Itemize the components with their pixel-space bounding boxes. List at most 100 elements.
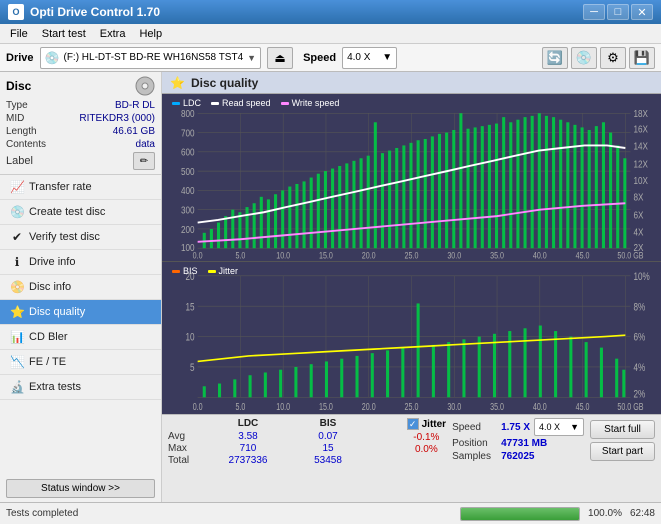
legend-read-speed: Read speed	[211, 98, 271, 108]
disc-label-edit-button[interactable]: ✏	[133, 152, 155, 170]
svg-text:30.0: 30.0	[447, 251, 461, 261]
sidebar-label-extra-tests: Extra tests	[29, 381, 81, 393]
sidebar-item-transfer-rate[interactable]: 📈 Transfer rate	[0, 175, 161, 200]
svg-text:700: 700	[181, 128, 195, 139]
eject-button[interactable]: ⏏	[267, 47, 293, 69]
disc-section-label: Disc	[6, 79, 31, 93]
col-header-ldc: LDC	[218, 418, 278, 429]
svg-text:4X: 4X	[634, 227, 644, 238]
maximize-button[interactable]: □	[607, 4, 629, 20]
sidebar-item-disc-quality[interactable]: ⭐ Disc quality	[0, 300, 161, 325]
svg-text:10.0: 10.0	[276, 251, 290, 261]
svg-text:4%: 4%	[634, 362, 646, 375]
stats-avg-ldc: 3.58	[218, 431, 278, 442]
sidebar-item-disc-info[interactable]: 📀 Disc info	[0, 275, 161, 300]
sidebar-item-verify-test-disc[interactable]: ✔ Verify test disc	[0, 225, 161, 250]
speed-selector[interactable]: 4.0 X ▼	[342, 47, 397, 69]
sidebar-label-fe-te: FE / TE	[29, 356, 66, 368]
svg-text:300: 300	[181, 205, 195, 216]
extra-tests-icon: 🔬	[10, 380, 24, 394]
svg-text:20.0: 20.0	[362, 401, 376, 412]
menu-extra[interactable]: Extra	[94, 27, 132, 41]
disc-length-value: 46.61 GB	[113, 126, 155, 137]
sidebar-item-drive-info[interactable]: ℹ Drive info	[0, 250, 161, 275]
save-button[interactable]: 💾	[629, 47, 655, 69]
start-part-button[interactable]: Start part	[590, 442, 655, 461]
stats-row-avg: Avg 3.58 0.07	[168, 431, 401, 442]
main-area: Disc Type BD-R DL MID RITEKDR3 (000) Len…	[0, 72, 661, 502]
svg-text:35.0: 35.0	[490, 401, 504, 412]
speed-info-label: Speed	[452, 422, 497, 433]
menu-help[interactable]: Help	[133, 27, 168, 41]
position-row: Position 47731 MB	[452, 438, 584, 449]
start-full-button[interactable]: Start full	[590, 420, 655, 439]
samples-row: Samples 762025	[452, 451, 584, 462]
disc-mid-row: MID RITEKDR3 (000)	[6, 113, 155, 124]
stats-area: LDC BIS Avg 3.58 0.07 Max 710 15 Total 2…	[162, 414, 661, 502]
disc-type-label: Type	[6, 100, 28, 111]
sidebar-item-cd-bler[interactable]: 📊 CD Bler	[0, 325, 161, 350]
svg-text:25.0: 25.0	[405, 251, 419, 261]
menu-bar: File Start test Extra Help	[0, 24, 661, 44]
chart2-svg: 20 15 10 5 10% 8% 6% 4% 2%	[162, 262, 661, 414]
drive-text: (F:) HL-DT-ST BD-RE WH16NS58 TST4	[63, 52, 243, 63]
svg-text:6%: 6%	[634, 332, 646, 345]
status-window-button[interactable]: Status window >>	[6, 479, 155, 498]
disc-mid-value: RITEKDR3 (000)	[79, 113, 155, 124]
speed-info-selector[interactable]: 4.0 X ▼	[534, 418, 584, 436]
legend-bis-dot	[172, 270, 180, 273]
refresh-button[interactable]: 🔄	[542, 47, 568, 69]
sidebar-label-cd-bler: CD Bler	[29, 331, 68, 343]
svg-text:10: 10	[186, 332, 196, 345]
menu-file[interactable]: File	[4, 27, 34, 41]
stats-max-ldc: 710	[218, 443, 278, 454]
speed-info: Speed 1.75 X 4.0 X ▼ Position 47731 MB S…	[452, 418, 584, 462]
svg-text:5: 5	[190, 362, 195, 375]
svg-text:6X: 6X	[634, 210, 644, 221]
stats-avg-label: Avg	[168, 431, 198, 442]
minimize-button[interactable]: ─	[583, 4, 605, 20]
speed-dropdown-arrow: ▼	[382, 52, 392, 63]
disc-contents-value: data	[136, 139, 155, 150]
svg-text:15.0: 15.0	[319, 401, 333, 412]
chart1-svg: 800 700 600 500 400 300 200 100 18X 16X …	[162, 94, 661, 261]
speed-row: Speed 1.75 X 4.0 X ▼	[452, 418, 584, 436]
stats-header-row: LDC BIS	[168, 418, 401, 429]
close-button[interactable]: ✕	[631, 4, 653, 20]
legend-write-speed: Write speed	[281, 98, 340, 108]
svg-text:12X: 12X	[634, 158, 648, 169]
stats-total-ldc: 2737336	[218, 455, 278, 466]
svg-text:25.0: 25.0	[405, 401, 419, 412]
position-value: 47731 MB	[501, 438, 547, 449]
disc-button[interactable]: 💿	[571, 47, 597, 69]
legend-ldc-label: LDC	[183, 98, 201, 108]
drive-selector[interactable]: 💿 (F:) HL-DT-ST BD-RE WH16NS58 TST4 ▼	[40, 47, 262, 69]
chart1-container: LDC Read speed Write speed	[162, 94, 661, 262]
svg-text:35.0: 35.0	[490, 251, 504, 261]
sidebar: Disc Type BD-R DL MID RITEKDR3 (000) Len…	[0, 72, 162, 502]
speed-label: Speed	[303, 52, 336, 64]
svg-text:5.0: 5.0	[235, 401, 245, 412]
settings-button[interactable]: ⚙	[600, 47, 626, 69]
sidebar-label-drive-info: Drive info	[29, 256, 75, 268]
jitter-checkbox[interactable]: ✓	[407, 418, 419, 430]
svg-text:500: 500	[181, 166, 195, 177]
sidebar-item-extra-tests[interactable]: 🔬 Extra tests	[0, 375, 161, 400]
disc-quality-icon: ⭐	[10, 305, 24, 319]
disc-contents-label: Contents	[6, 139, 46, 150]
menu-start-test[interactable]: Start test	[36, 27, 92, 41]
stats-max-bis: 15	[298, 443, 358, 454]
disc-label-row: Label ✏	[6, 152, 155, 170]
svg-text:8X: 8X	[634, 192, 644, 203]
content-header: ⭐ Disc quality	[162, 72, 661, 94]
sidebar-item-create-test-disc[interactable]: 💿 Create test disc	[0, 200, 161, 225]
disc-mid-label: MID	[6, 113, 24, 124]
speed-dropdown-icon: ▼	[570, 422, 579, 432]
svg-text:600: 600	[181, 147, 195, 158]
sidebar-item-fe-te[interactable]: 📉 FE / TE	[0, 350, 161, 375]
title-bar-controls: ─ □ ✕	[583, 4, 653, 20]
position-label: Position	[452, 438, 497, 449]
jitter-section: ✓ Jitter -0.1% 0.0%	[407, 418, 446, 455]
jitter-avg-val: -0.1%	[413, 432, 439, 443]
svg-text:40.0: 40.0	[533, 251, 547, 261]
